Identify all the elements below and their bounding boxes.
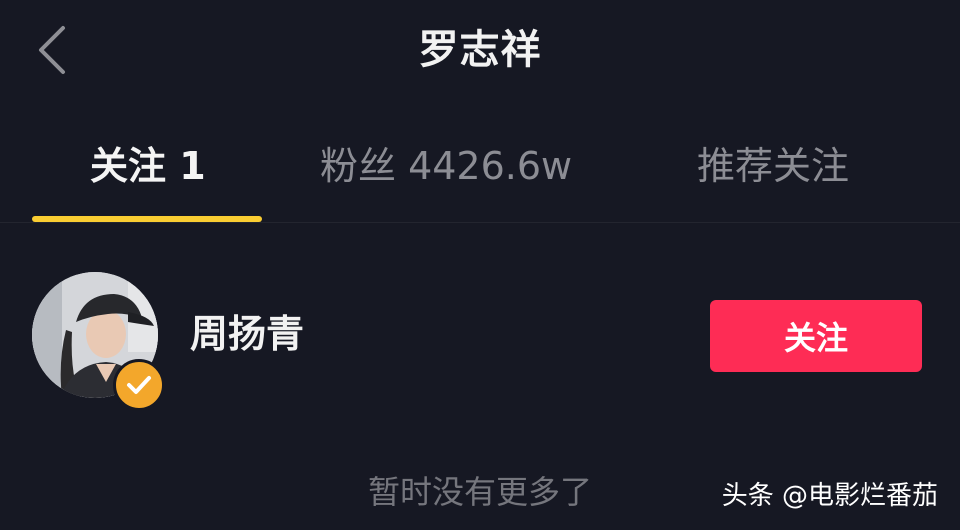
tab-bar: 关注 1 粉丝 4426.6w 推荐关注 <box>0 130 960 222</box>
tab-following[interactable]: 关注 1 <box>90 140 206 192</box>
checkmark-icon <box>127 376 151 394</box>
header: 罗志祥 <box>0 0 960 100</box>
user-name[interactable]: 周扬青 <box>190 308 304 360</box>
divider <box>0 222 960 223</box>
tab-fans[interactable]: 粉丝 4426.6w <box>320 140 572 192</box>
verified-badge <box>113 359 165 411</box>
tab-recommended[interactable]: 推荐关注 <box>697 140 849 192</box>
watermark: 头条 @电影烂番茄 <box>721 481 938 511</box>
list-item[interactable]: 周扬青 关注 <box>0 262 960 412</box>
page-title: 罗志祥 <box>418 27 542 73</box>
follow-button[interactable]: 关注 <box>710 300 922 372</box>
